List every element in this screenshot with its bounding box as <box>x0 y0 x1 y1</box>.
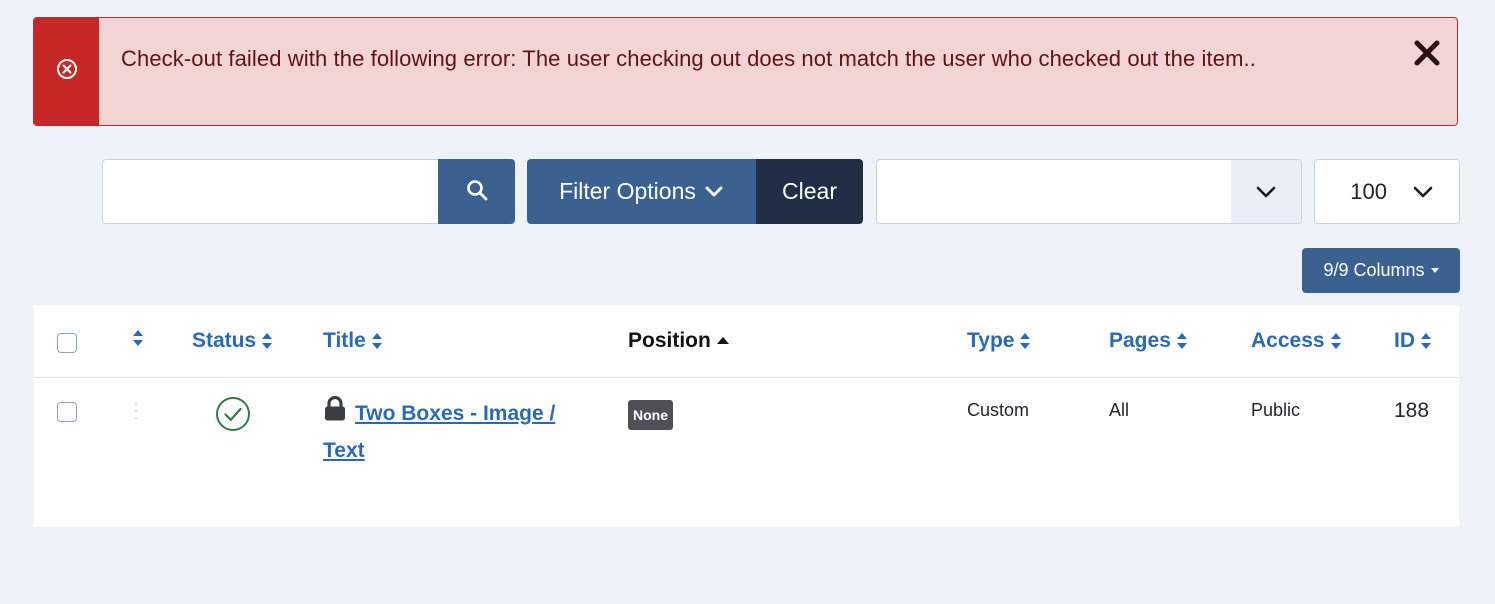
list-limit-select[interactable]: 100 <box>1314 159 1460 224</box>
column-pages-label: Pages <box>1109 329 1171 352</box>
select-all-checkbox[interactable] <box>57 333 77 353</box>
row-checkbox[interactable] <box>57 402 77 422</box>
sort-icon[interactable] <box>1019 332 1031 350</box>
list-limit-value: 100 <box>1350 178 1387 204</box>
search-input[interactable] <box>102 159 438 224</box>
close-icon[interactable] <box>1414 40 1440 125</box>
status-published-toggle[interactable] <box>215 396 251 437</box>
column-status[interactable]: Status <box>192 329 273 353</box>
table-header: Status Title Position Type Pages Access … <box>34 305 1459 378</box>
search-button[interactable] <box>438 159 515 224</box>
sort-icon[interactable] <box>261 332 273 350</box>
column-position-label: Position <box>628 329 711 352</box>
id-cell: 188 <box>1394 399 1430 422</box>
column-title[interactable]: Title <box>323 329 383 353</box>
access-cell: Public <box>1251 400 1301 420</box>
chevron-down-icon[interactable] <box>1231 160 1301 223</box>
sort-icon[interactable] <box>1330 332 1342 350</box>
sort-icon[interactable] <box>132 329 144 347</box>
check-circle-icon[interactable] <box>215 397 251 436</box>
sort-icon[interactable] <box>371 332 383 350</box>
clear-button[interactable]: Clear <box>756 159 863 224</box>
chevron-down-icon <box>704 178 724 205</box>
column-status-label: Status <box>192 329 257 352</box>
column-position[interactable]: Position <box>628 329 730 353</box>
caret-down-icon <box>1430 268 1439 273</box>
lock-icon[interactable] <box>323 395 347 433</box>
column-access[interactable]: Access <box>1251 329 1342 353</box>
drag-handle-icon[interactable] <box>134 401 138 426</box>
column-ordering-sort[interactable] <box>132 329 144 347</box>
search-icon[interactable] <box>466 179 488 204</box>
error-alert: Check-out failed with the following erro… <box>33 17 1458 126</box>
error-circle-icon <box>56 58 78 80</box>
position-badge: None <box>628 400 673 430</box>
alert-icon-strip <box>34 18 99 125</box>
sort-ascending-icon[interactable] <box>716 336 730 346</box>
alert-close-button[interactable] <box>1397 18 1457 125</box>
column-pages[interactable]: Pages <box>1109 329 1188 353</box>
type-cell: Custom <box>967 400 1030 420</box>
sort-icon[interactable] <box>1420 332 1432 350</box>
columns-dropdown-button[interactable]: 9/9 Columns <box>1302 248 1460 293</box>
columns-label: 9/9 Columns <box>1323 260 1425 280</box>
sort-order-select[interactable] <box>876 159 1302 224</box>
sort-icon[interactable] <box>1176 332 1188 350</box>
modules-table: Status Title Position Type Pages Access … <box>34 305 1459 527</box>
column-id[interactable]: ID <box>1394 329 1432 353</box>
alert-message: Check-out failed with the following erro… <box>121 46 1256 71</box>
search-group <box>102 159 515 224</box>
pages-cell: All <box>1109 400 1130 420</box>
column-access-label: Access <box>1251 329 1325 352</box>
chevron-down-icon[interactable] <box>1387 160 1459 223</box>
title-cell: Two Boxes - Image / Text <box>323 395 593 468</box>
filter-options-label: Filter Options <box>559 178 696 204</box>
filter-options-button[interactable]: Filter Options <box>527 159 756 224</box>
item-title-link[interactable]: Two Boxes - Image / Text <box>323 402 555 462</box>
column-type-label: Type <box>967 329 1015 352</box>
column-id-label: ID <box>1394 329 1415 352</box>
filter-group: Filter Options Clear <box>527 159 863 224</box>
column-title-label: Title <box>323 329 366 352</box>
column-type[interactable]: Type <box>967 329 1031 353</box>
